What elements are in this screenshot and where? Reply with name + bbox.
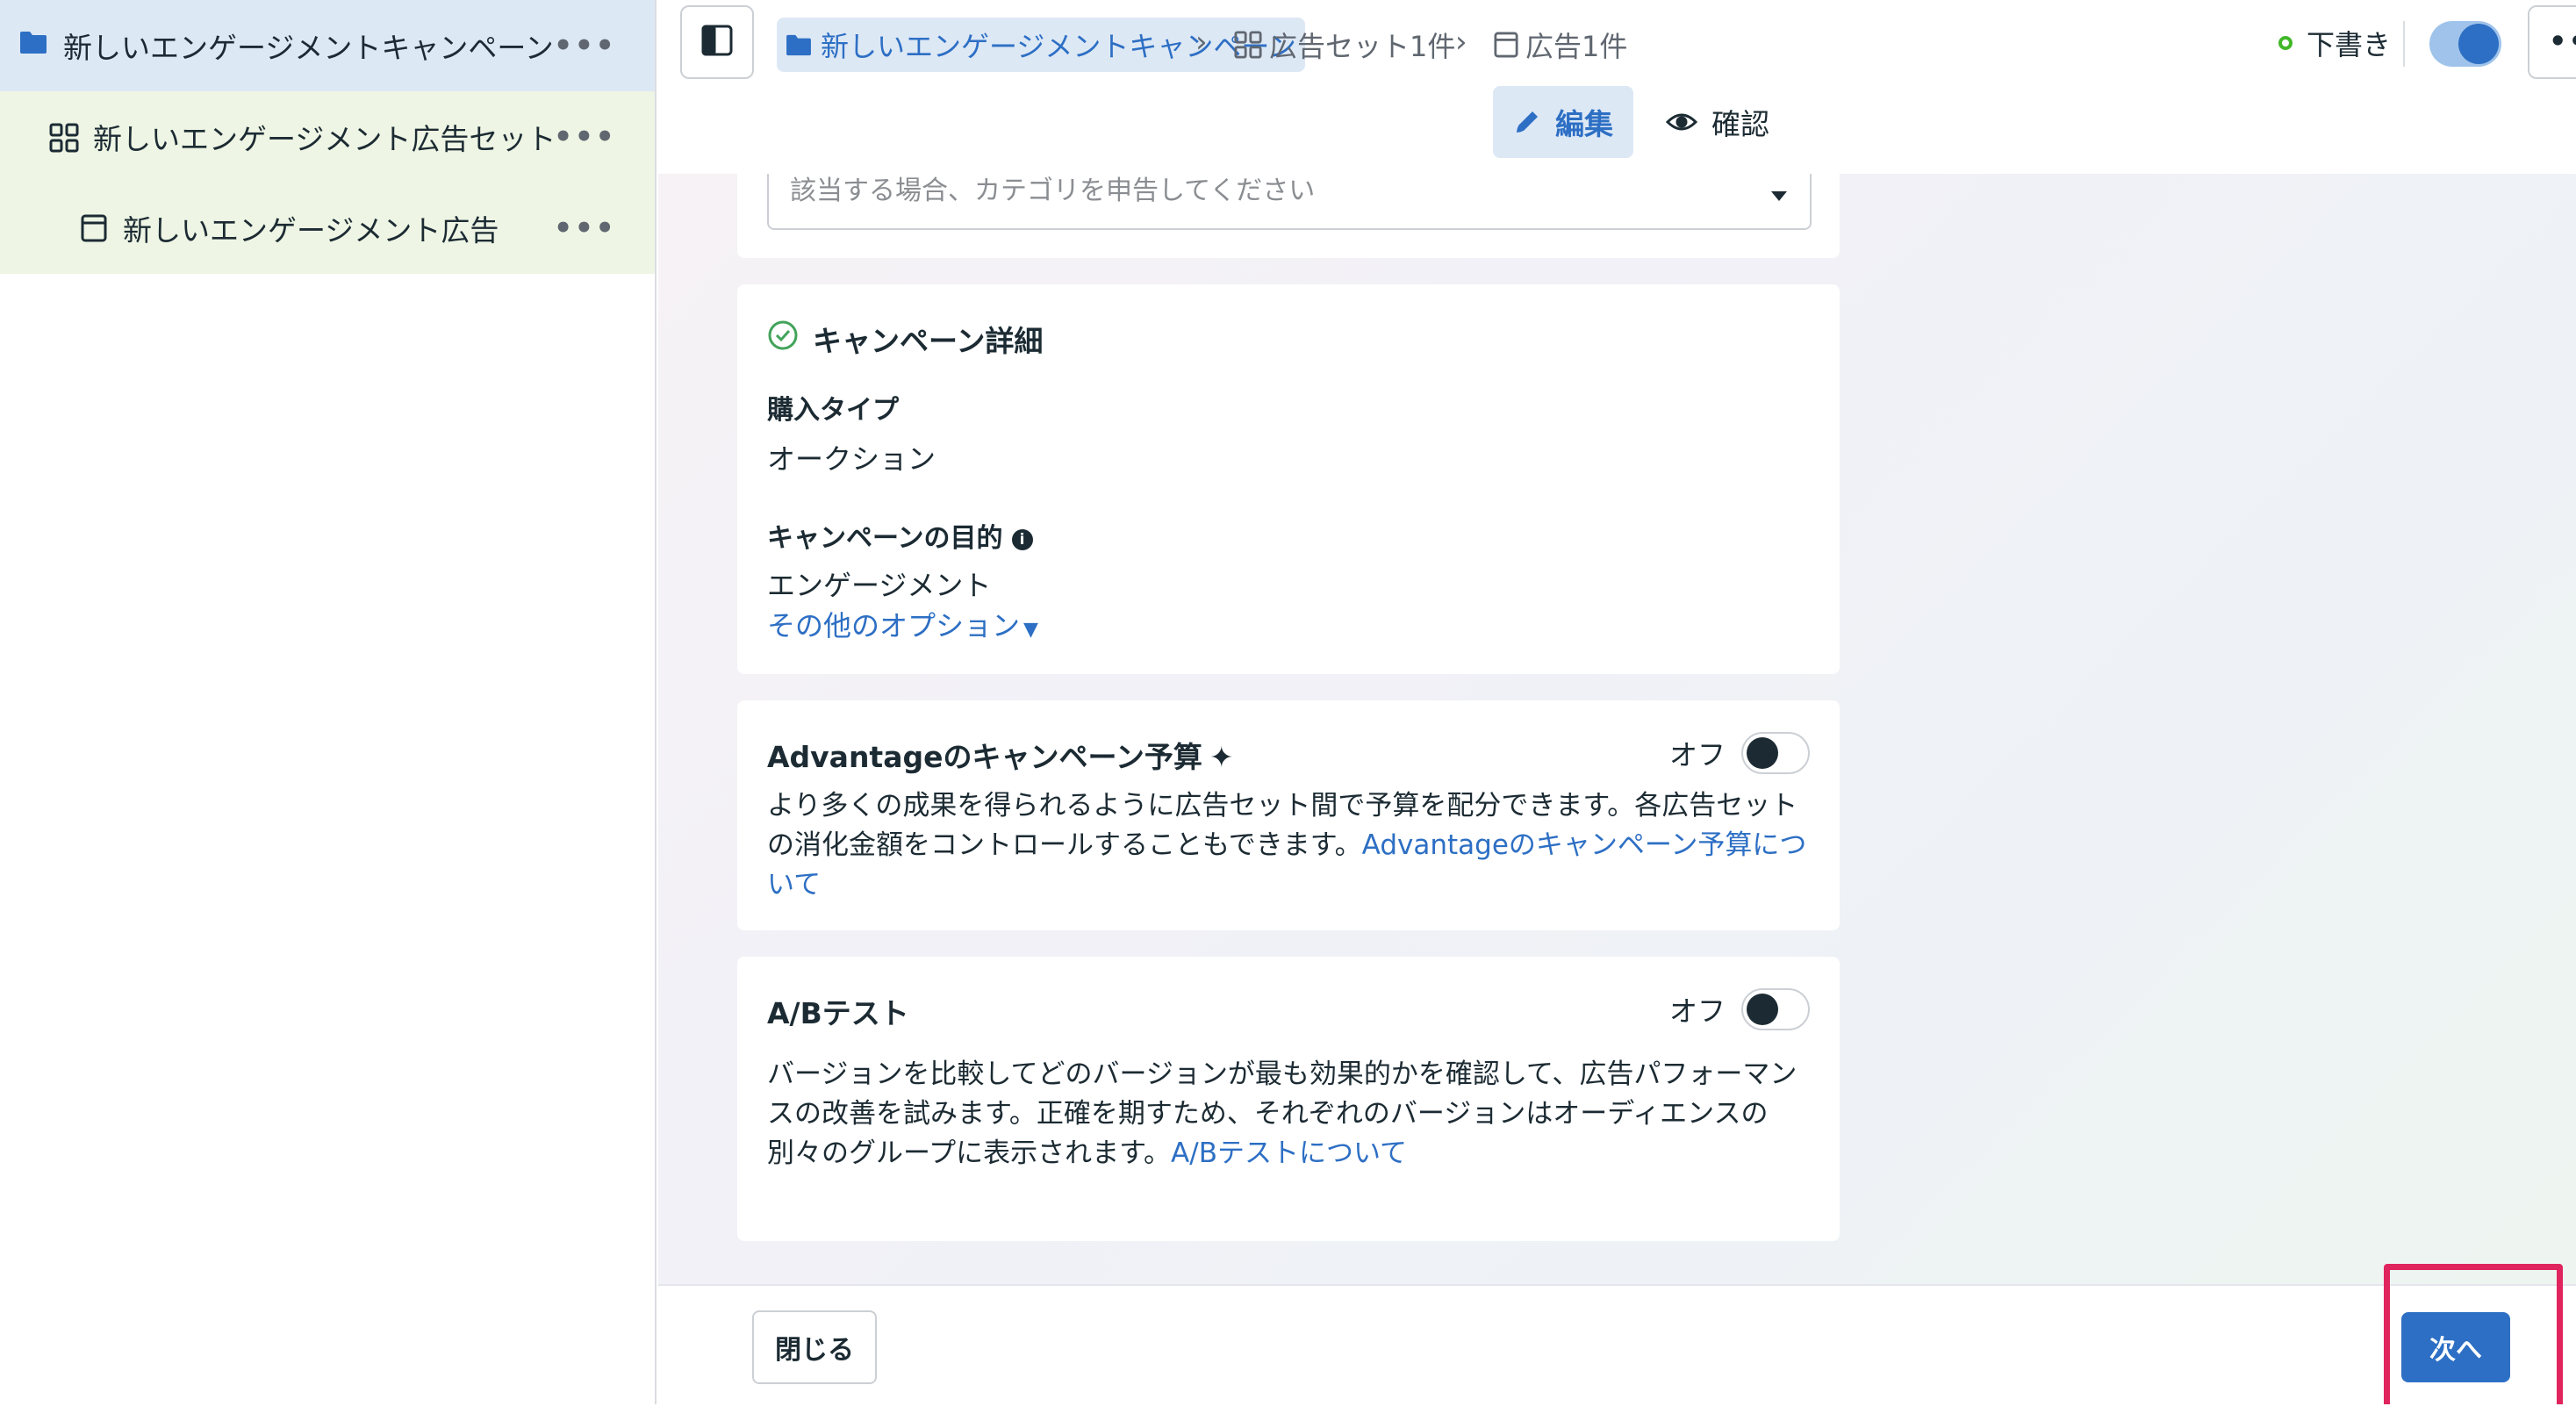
ab-test-toggle-row: オフ: [1669, 988, 1810, 1030]
breadcrumb-label: 新しいエンゲージメントキャンペーン: [821, 30, 1296, 63]
tab-label: 確認: [1711, 107, 1769, 141]
campaign-edit-panel[interactable]: 該当する場合、カテゴリを申告してください キャンペーン詳細 購入タイプ オークシ…: [658, 174, 2576, 1284]
toggle-knob: [1747, 994, 1778, 1025]
advantage-budget-toggle[interactable]: [1741, 732, 1810, 774]
breadcrumb-label: 広告1件: [1525, 30, 1628, 63]
campaign-on-off-toggle[interactable]: [2429, 21, 2501, 67]
pencil-icon: [1513, 108, 1541, 136]
ab-test-description: バージョンを比較してどのバージョンが最も効果的かを確認して、広告パフォーマンスの…: [767, 1055, 1817, 1173]
tab-label: 編集: [1555, 107, 1613, 141]
sidebar-item-adset[interactable]: 新しいエンゲージメント広告セット •••: [0, 91, 655, 183]
breadcrumb-ad[interactable]: 広告1件: [1494, 18, 1627, 72]
status-dot-icon: [2278, 36, 2293, 50]
advantage-budget-toggle-row: オフ: [1669, 732, 1810, 774]
advantage-budget-description: より多くの成果を得られるように広告セット間で予算を配分できます。各広告セットの消…: [767, 786, 1817, 905]
info-icon[interactable]: i: [1011, 528, 1033, 550]
chevron-right-icon: ›: [1195, 25, 1208, 60]
tab-edit[interactable]: 編集: [1493, 86, 1633, 158]
toggle-sidebar-button[interactable]: [680, 5, 754, 79]
campaign-objective-label: キャンペーンの目的 i: [767, 516, 1033, 555]
more-options-icon[interactable]: •••: [554, 119, 616, 154]
sidebar-panel-icon: [701, 25, 733, 60]
ad-icon: [81, 214, 107, 242]
sparkle-icon: ✦: [1209, 740, 1234, 774]
divider: [2403, 21, 2405, 67]
close-button[interactable]: 閉じる: [752, 1310, 877, 1384]
ab-test-toggle[interactable]: [1741, 988, 1810, 1030]
status-label: 下書き: [2307, 28, 2392, 61]
sidebar-item-label: 新しいエンゲージメント広告: [123, 213, 499, 248]
category-select-placeholder: 該当する場合、カテゴリを申告してください: [790, 176, 1316, 206]
breadcrumb-label: 広告セット1件: [1269, 30, 1456, 63]
more-options-button[interactable]: •••: [2528, 5, 2576, 79]
more-options-icon[interactable]: •••: [554, 28, 616, 63]
advantage-budget-card: Advantageのキャンペーン予算 ✦ オフ より多くの成果を得られるように広告…: [737, 700, 1840, 930]
bottom-edge: [0, 1404, 2576, 1428]
toggle-knob: [1747, 737, 1778, 769]
folder-icon: [19, 30, 47, 54]
ab-test-title: A/Bテスト: [767, 996, 909, 1030]
campaign-details-card: キャンペーン詳細 購入タイプ オークション キャンペーンの目的 i エンゲージメン…: [737, 284, 1840, 674]
campaign-objective-value: エンゲージメント: [767, 569, 992, 602]
chevron-right-icon: ›: [1455, 25, 1467, 60]
eye-icon: [1666, 111, 1697, 133]
breadcrumb-adset[interactable]: 広告セット1件: [1234, 18, 1455, 72]
folder-icon: [786, 33, 812, 56]
advantage-budget-title-text: Advantageのキャンペーン予算: [767, 740, 1202, 774]
campaign-tree-sidebar: 新しいエンゲージメントキャンペーン ••• 新しいエンゲージメント広告セット •…: [0, 0, 657, 1404]
sidebar-item-label: 新しいエンゲージメント広告セット: [93, 122, 556, 156]
toggle-label: オフ: [1668, 738, 1726, 771]
more-options-link[interactable]: その他のオプション ▼: [767, 604, 1038, 644]
sidebar-item-label: 新しいエンゲージメントキャンペーン: [63, 31, 554, 65]
grid-icon: [1234, 31, 1262, 59]
more-options-icon[interactable]: •••: [554, 211, 616, 246]
campaign-details-title: キャンペーン詳細: [813, 324, 1044, 358]
footer-bar: 閉じる 次へ: [658, 1284, 2576, 1404]
tab-review[interactable]: 確認: [1666, 86, 1769, 158]
ab-test-learn-more-link[interactable]: A/Bテストについて: [1171, 1137, 1407, 1169]
toggle-knob: [2458, 24, 2499, 64]
campaign-objective-label-text: キャンペーンの目的: [767, 523, 1003, 554]
sidebar-item-campaign[interactable]: 新しいエンゲージメントキャンペーン •••: [0, 0, 655, 91]
check-circle-icon: [767, 319, 799, 355]
next-button[interactable]: 次へ: [2401, 1312, 2510, 1382]
ab-test-card: A/Bテスト オフ バージョンを比較してどのバージョンが最も効果的かを確認して、…: [737, 957, 1840, 1241]
caret-down-icon: ▼: [1023, 619, 1038, 641]
top-bar: 新しいエンゲージメントキャンペーン › 広告セット1件 › 広告1件 下書き •…: [658, 0, 2576, 174]
purchase-type-label: 購入タイプ: [767, 395, 899, 426]
special-category-card: 該当する場合、カテゴリを申告してください: [737, 174, 1840, 258]
ad-icon: [1494, 32, 1518, 58]
grid-icon: [49, 123, 79, 153]
advantage-budget-title: Advantageのキャンペーン予算 ✦: [767, 734, 1234, 776]
caret-down-icon: [1771, 191, 1787, 201]
draft-status: 下書き: [2278, 23, 2391, 63]
toggle-label: オフ: [1668, 994, 1726, 1028]
purchase-type-value: オークション: [767, 442, 936, 476]
breadcrumb-campaign[interactable]: 新しいエンゲージメントキャンペーン: [777, 18, 1305, 72]
sidebar-item-ad[interactable]: 新しいエンゲージメント広告 •••: [0, 183, 655, 274]
category-select[interactable]: 該当する場合、カテゴリを申告してください: [767, 174, 1812, 230]
more-options-link-text: その他のオプション: [767, 609, 1021, 642]
